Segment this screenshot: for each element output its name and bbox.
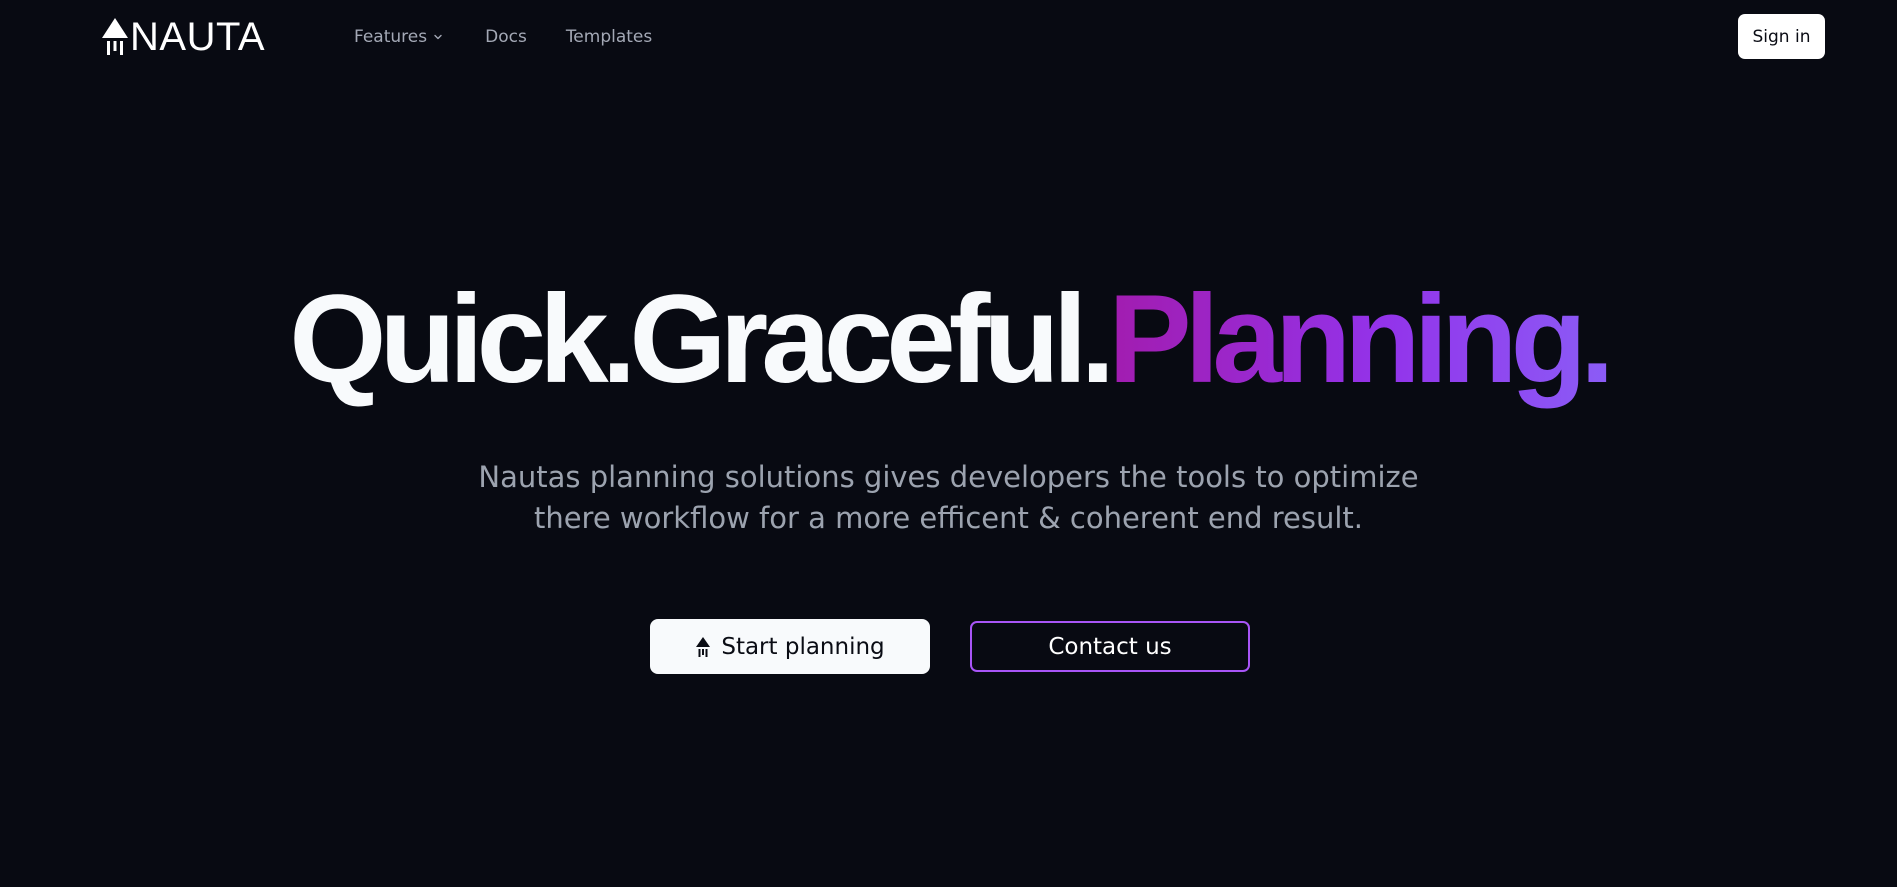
headline-quick: Quick. bbox=[289, 270, 636, 409]
start-planning-button[interactable]: Start planning bbox=[650, 619, 930, 674]
headline-planning: Planning. bbox=[1108, 270, 1614, 409]
landing-page: NAUTA Features Docs Templates Sign in Qu… bbox=[0, 0, 1897, 887]
subtitle-line-2: there workflow for a more efficent & coh… bbox=[533, 501, 1364, 535]
nav-link-features[interactable]: Features bbox=[354, 26, 443, 48]
chevron-down-icon bbox=[434, 34, 442, 40]
rocket-icon bbox=[102, 18, 128, 55]
nav-link-docs[interactable]: Docs bbox=[485, 26, 527, 48]
hero-subtitle: Nautas planning solutions gives develope… bbox=[0, 457, 1897, 539]
subtitle-line-1: Nautas planning solutions gives develope… bbox=[478, 460, 1419, 494]
hero-headline: Quick.Graceful.Planning. bbox=[0, 270, 1897, 410]
sign-in-button[interactable]: Sign in bbox=[1738, 14, 1825, 59]
top-navigation: NAUTA Features Docs Templates Sign in bbox=[0, 0, 1897, 74]
cta-group: Start planning Contact us bbox=[0, 619, 1897, 674]
contact-us-button[interactable]: Contact us bbox=[970, 621, 1250, 672]
nav-links: Features Docs Templates bbox=[354, 26, 652, 48]
logo-text: NAUTA bbox=[130, 15, 266, 59]
nav-link-features-label: Features bbox=[354, 27, 428, 47]
headline-graceful: Graceful. bbox=[629, 270, 1115, 409]
nav-link-templates[interactable]: Templates bbox=[566, 26, 652, 48]
rocket-icon bbox=[696, 636, 711, 657]
start-planning-label: Start planning bbox=[721, 633, 885, 660]
logo-link[interactable]: NAUTA bbox=[101, 16, 265, 58]
